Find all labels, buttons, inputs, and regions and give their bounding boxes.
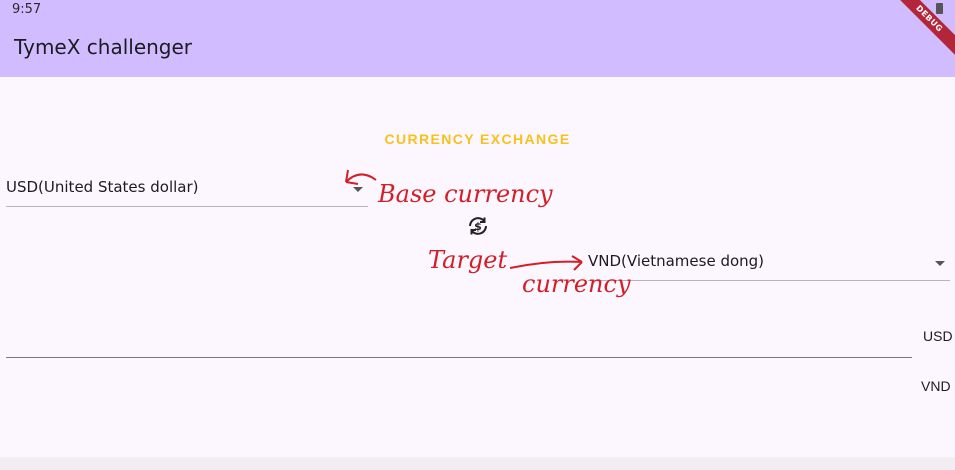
dropdown-arrow-icon (935, 261, 945, 266)
target-currency-dropdown[interactable]: VND(Vietnamese dong) (588, 244, 950, 281)
app-title: TymeX challenger (14, 35, 193, 59)
bottom-bar (0, 457, 955, 470)
amount-input[interactable] (6, 317, 912, 358)
section-title: CURRENCY EXCHANGE (384, 131, 571, 147)
target-unit-label: VND (921, 378, 951, 394)
target-currency-annotation: Target (428, 246, 508, 274)
annotation-arrow-right-icon (509, 255, 583, 271)
base-currency-value: USD(United States dollar) (6, 178, 199, 196)
base-currency-dropdown[interactable]: USD(United States dollar) (6, 170, 368, 207)
base-currency-annotation: Base currency (378, 180, 553, 208)
currency-exchange-icon[interactable]: $ (466, 214, 490, 238)
app-bar: 9:57 TymeX challenger (0, 0, 955, 77)
annotation-arrow-left-icon (345, 169, 377, 185)
status-time: 9:57 (12, 2, 42, 17)
svg-text:$: $ (474, 220, 482, 233)
base-unit-label: USD (923, 328, 953, 344)
battery-icon (936, 3, 943, 14)
target-currency-value: VND(Vietnamese dong) (588, 252, 765, 270)
